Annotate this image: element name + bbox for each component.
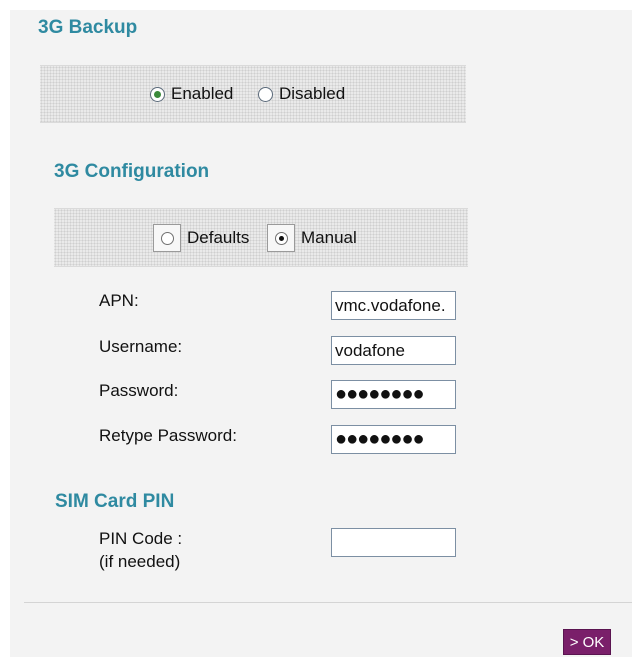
radio-disabled-icon[interactable]: [258, 86, 273, 102]
radio-manual-icon[interactable]: [267, 224, 295, 252]
divider: [24, 602, 632, 603]
sim-heading: SIM Card PIN: [55, 491, 175, 512]
radio-enabled[interactable]: Enabled: [150, 84, 233, 104]
password-label: Password:: [99, 381, 179, 400]
pin-input[interactable]: [331, 528, 456, 557]
pin-label-hint: (if needed): [99, 552, 181, 571]
radio-disabled[interactable]: Disabled: [258, 84, 345, 104]
backup-options-panel: [40, 65, 466, 123]
apn-label: APN:: [99, 291, 139, 310]
username-label: Username:: [99, 337, 183, 356]
radio-defaults-label: Defaults: [187, 228, 250, 247]
username-input[interactable]: vodafone: [331, 336, 456, 365]
radio-defaults-icon[interactable]: [153, 224, 181, 252]
ok-button[interactable]: > OK: [563, 629, 611, 655]
password-input[interactable]: ●●●●●●●●: [331, 380, 456, 409]
radio-disabled-label: Disabled: [279, 84, 346, 103]
apn-input[interactable]: vmc.vodafone.: [331, 291, 456, 320]
radio-manual-label: Manual: [301, 228, 357, 247]
config-options-panel: [54, 208, 468, 267]
radio-enabled-label: Enabled: [171, 84, 234, 103]
retype-password-input[interactable]: ●●●●●●●●: [331, 425, 456, 454]
radio-manual[interactable]: Manual: [267, 224, 357, 252]
radio-enabled-icon[interactable]: [150, 86, 165, 102]
config-heading: 3G Configuration: [54, 161, 210, 182]
backup-heading: 3G Backup: [38, 17, 138, 38]
radio-defaults[interactable]: Defaults: [153, 224, 249, 252]
retype-password-label: Retype Password:: [99, 426, 237, 445]
pin-label: PIN Code :: [99, 529, 183, 548]
